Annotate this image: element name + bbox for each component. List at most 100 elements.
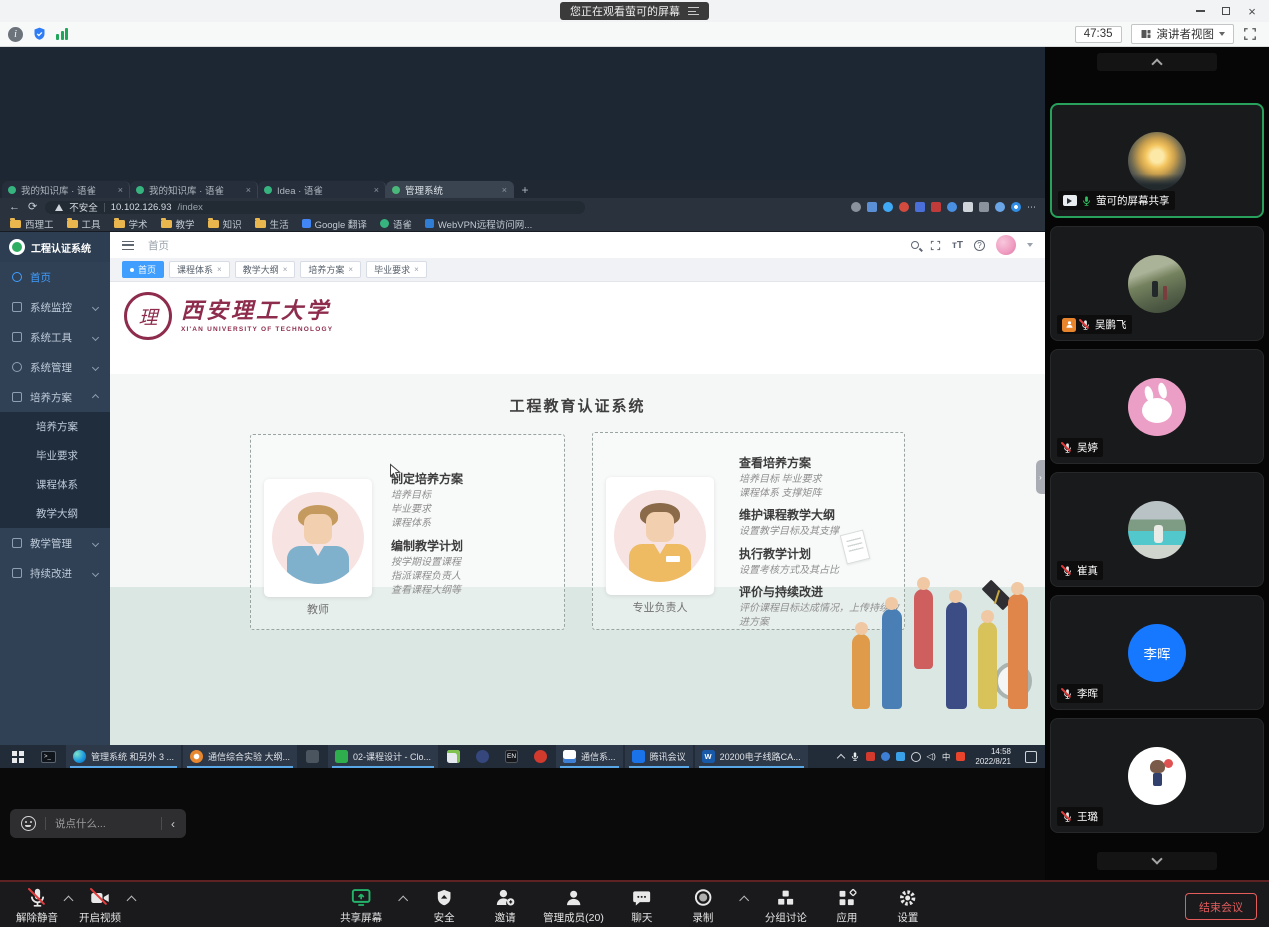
start-video-button[interactable]: 开启视频 — [77, 887, 123, 925]
panel-collapse-handle[interactable]: › — [1036, 460, 1045, 494]
tray-expand-icon[interactable] — [836, 754, 844, 762]
taskbar-app-design[interactable] — [469, 745, 496, 768]
taskbar-app-search[interactable]: 通信综合实验 大纲... — [183, 745, 297, 768]
refresh-button[interactable]: ⟳ — [28, 202, 37, 213]
url-box[interactable]: 不安全 10.102.126.93/index — [45, 201, 585, 214]
extension-icon[interactable] — [947, 202, 957, 212]
role-card-teacher[interactable]: 教师 制定培养方案 培养目标 毕业要求 课程体系 编制教学计划 按学期设置课程 … — [250, 434, 565, 630]
close-button[interactable]: × — [1239, 0, 1265, 22]
taskbar-app-calculator[interactable] — [299, 745, 326, 768]
bookmark-folder[interactable]: 知识 — [208, 217, 242, 231]
start-button[interactable] — [12, 751, 17, 756]
security-button[interactable]: 安全 — [421, 887, 467, 925]
help-icon[interactable]: ? — [974, 240, 985, 251]
taskbar-app-edge[interactable]: 管理系统 和另外 3 ... — [66, 745, 181, 768]
banner-menu-icon[interactable] — [688, 7, 699, 15]
taskbar-lang-indicator[interactable]: EN — [498, 745, 525, 768]
bookmark-item[interactable]: 语雀 — [380, 217, 412, 231]
font-size-icon[interactable]: тT — [952, 240, 963, 251]
tag-requirements[interactable]: 毕业要求× — [366, 261, 427, 278]
sogou-icon[interactable] — [956, 752, 965, 761]
invite-button[interactable]: 邀请 — [482, 887, 528, 925]
share-screen-button[interactable]: 共享屏幕 — [338, 887, 384, 925]
participant-tile[interactable]: 崔真 — [1050, 472, 1264, 587]
end-meeting-button[interactable]: 结束会议 — [1185, 893, 1257, 920]
extension-icon[interactable] — [867, 202, 877, 212]
unmute-button[interactable]: 解除静音 — [14, 887, 60, 925]
tray-icon[interactable] — [866, 752, 875, 761]
volume-icon[interactable]: ◁) — [927, 751, 936, 762]
fullscreen-button[interactable] — [1243, 27, 1257, 41]
tag-home[interactable]: 首页 — [122, 261, 164, 278]
notification-center-icon[interactable] — [1025, 751, 1037, 763]
taskbar-app-image[interactable] — [440, 745, 467, 768]
search-icon[interactable] — [911, 241, 919, 249]
participant-tile-sharer[interactable]: 萤可的屏幕共享 — [1050, 103, 1264, 218]
meeting-info-button[interactable]: i — [8, 27, 23, 42]
more-menu-icon[interactable]: ⋯ — [1027, 203, 1036, 212]
quick-chat-bar[interactable]: 说点什么... ‹ — [10, 809, 186, 838]
tab-close-icon[interactable]: × — [118, 185, 123, 195]
browser-tab[interactable]: 我的知识库 · 语雀 × — [130, 181, 258, 198]
extension-icon[interactable] — [931, 202, 941, 212]
docs-extension-icon[interactable] — [963, 202, 973, 212]
tab-close-icon[interactable]: × — [374, 185, 379, 195]
emoji-icon[interactable] — [21, 816, 36, 831]
share-options-caret[interactable] — [398, 896, 408, 906]
breakout-rooms-button[interactable]: 分组讨论 — [763, 887, 809, 925]
video-options-caret[interactable] — [127, 896, 137, 906]
scroll-down-button[interactable] — [1097, 852, 1217, 870]
minimize-button[interactable] — [1187, 0, 1213, 22]
close-icon[interactable]: × — [414, 265, 419, 274]
sidebar-item-tools[interactable]: 系统工具 — [0, 322, 110, 352]
taskbar-app-word[interactable]: W20200电子线路CA... — [695, 745, 808, 768]
participant-tile[interactable]: 吴婷 — [1050, 349, 1264, 464]
bookmark-item[interactable]: Google 翻译 — [302, 217, 367, 231]
bookmark-folder[interactable]: 生活 — [255, 217, 289, 231]
sidebar-subitem-syllabus[interactable]: 教学大纲 — [0, 499, 110, 528]
sidebar-subitem-curriculum[interactable]: 课程体系 — [0, 470, 110, 499]
sidebar-item-admin[interactable]: 系统管理 — [0, 352, 110, 382]
taskbar-app-notes[interactable]: 02-课程设计 - Clo... — [328, 745, 438, 768]
sidebar-item-teaching[interactable]: 教学管理 — [0, 528, 110, 558]
browser-tab-active[interactable]: 管理系统 × — [386, 181, 514, 198]
close-icon[interactable]: × — [217, 265, 222, 274]
record-options-caret[interactable] — [739, 896, 749, 906]
browser-logo-icon[interactable] — [1011, 202, 1021, 212]
chat-input-placeholder[interactable]: 说点什么... — [55, 816, 152, 831]
scroll-up-button[interactable] — [1097, 53, 1217, 71]
manage-members-button[interactable]: 管理成员(20) — [543, 887, 604, 925]
browser-tab[interactable]: 我的知识库 · 语雀 × — [2, 181, 130, 198]
network-icon[interactable] — [911, 752, 921, 762]
collapse-chat-icon[interactable]: ‹ — [171, 818, 175, 830]
participant-tile[interactable]: 吴鹏飞 — [1050, 226, 1264, 341]
maximize-button[interactable] — [1213, 0, 1239, 22]
sidebar-item-improve[interactable]: 持续改进 — [0, 558, 110, 588]
user-avatar[interactable] — [996, 235, 1016, 255]
profile-icon[interactable] — [995, 202, 1005, 212]
participant-tile[interactable]: 李晖 李晖 — [1050, 595, 1264, 710]
meeting-security-button[interactable] — [32, 26, 47, 42]
tray-icon[interactable] — [881, 752, 890, 761]
taskbar-app-red[interactable] — [527, 745, 554, 768]
settings-button[interactable]: 设置 — [885, 887, 931, 925]
tag-program[interactable]: 培养方案× — [300, 261, 361, 278]
participant-tile[interactable]: 王璐 — [1050, 718, 1264, 833]
sidebar-subitem-requirements[interactable]: 毕业要求 — [0, 441, 110, 470]
bookmark-folder[interactable]: 学术 — [114, 217, 148, 231]
tag-curriculum[interactable]: 课程体系× — [169, 261, 230, 278]
taskbar-app-contacts[interactable]: 通信系... — [556, 745, 623, 768]
mic-options-caret[interactable] — [64, 896, 74, 906]
sidebar-item-monitor[interactable]: 系统监控 — [0, 292, 110, 322]
taskbar-clock[interactable]: 14:58 2022/8/21 — [975, 747, 1011, 766]
tray-icon[interactable] — [896, 752, 905, 761]
back-button[interactable]: ← — [9, 202, 20, 213]
extension-icon[interactable] — [883, 202, 893, 212]
terminal-icon[interactable]: >_ — [41, 751, 56, 763]
close-icon[interactable]: × — [348, 265, 353, 274]
new-tab-button[interactable]: + — [514, 182, 536, 198]
tag-syllabus[interactable]: 教学大纲× — [235, 261, 296, 278]
network-signal-icon[interactable] — [56, 28, 70, 40]
extension-icon[interactable] — [899, 202, 909, 212]
browser-tab[interactable]: Idea · 语雀 × — [258, 181, 386, 198]
